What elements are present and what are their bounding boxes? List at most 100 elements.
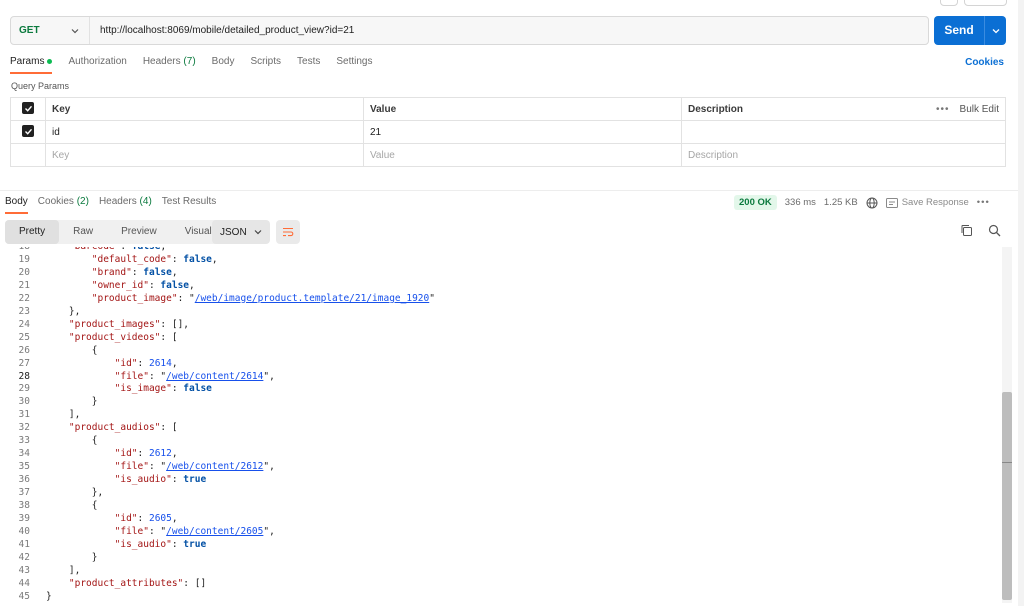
code-token: false xyxy=(183,253,212,265)
query-params-table: Key Value Description ••• Bulk Edit id 2… xyxy=(10,97,1006,167)
send-button[interactable]: Send xyxy=(934,16,1006,45)
new-description-field[interactable]: Description xyxy=(681,143,1006,167)
editor-scroll-thumb[interactable] xyxy=(1002,392,1012,600)
code-link[interactable]: /web/content/2605 xyxy=(166,526,263,537)
code-token: { xyxy=(46,344,98,356)
code-text: { xyxy=(46,499,98,512)
code-text: ], xyxy=(46,564,80,577)
line-number: 29 xyxy=(18,383,30,395)
row-checkbox[interactable] xyxy=(22,125,34,138)
line-number: 35 xyxy=(18,461,30,473)
status-badge[interactable]: 200 OK xyxy=(734,195,777,210)
more-icon[interactable]: ••• xyxy=(936,104,950,115)
code-token: "owner_id" xyxy=(91,279,149,291)
code-token: : xyxy=(120,247,131,252)
line-number: 25 xyxy=(18,331,30,343)
send-options-button[interactable] xyxy=(985,27,1006,35)
code-text: "product_audios": [ xyxy=(46,421,178,434)
line-number: 38 xyxy=(18,500,30,511)
view-mode-selector: Pretty Raw Preview Visualize xyxy=(5,220,239,244)
code-token: false xyxy=(183,383,212,395)
code-text: "default_code": false, xyxy=(46,253,218,266)
code-token: : [ xyxy=(160,422,178,434)
tab-headers[interactable]: Headers (7) xyxy=(143,56,196,74)
code-text: } xyxy=(46,395,98,408)
response-status-bar: 200 OK 336 ms 1.25 KB Save Response ••• xyxy=(734,195,990,210)
code-token: "product_attributes" xyxy=(68,577,184,589)
response-tab-headers[interactable]: Headers (4) xyxy=(99,196,152,214)
code-token: "id" xyxy=(114,357,138,369)
chevron-down-icon xyxy=(254,230,262,235)
pane-divider[interactable] xyxy=(0,170,1018,191)
code-token: : xyxy=(131,266,144,278)
line-number: 27 xyxy=(18,357,30,369)
new-key-field[interactable]: Key xyxy=(45,143,364,167)
code-text: "id": 2605, xyxy=(46,512,178,525)
code-token: : xyxy=(137,357,149,369)
new-value-field[interactable]: Value xyxy=(363,143,682,167)
response-body-editor[interactable]: 18 "barcode": false,19 "default_code": f… xyxy=(0,247,1000,603)
line-number: 43 xyxy=(18,564,30,576)
globe-icon[interactable] xyxy=(866,197,878,209)
line-number: 41 xyxy=(18,538,30,550)
param-description-field[interactable] xyxy=(681,120,1006,144)
window-scrollbar[interactable] xyxy=(1018,0,1024,606)
format-label: JSON xyxy=(220,226,247,238)
tab-settings[interactable]: Settings xyxy=(336,56,372,74)
format-select[interactable]: JSON xyxy=(212,220,270,244)
description-header: Description xyxy=(688,103,744,115)
method-select[interactable]: GET xyxy=(11,17,90,44)
bulk-edit-button[interactable]: Bulk Edit xyxy=(960,104,999,115)
code-text: "product_videos": [ xyxy=(46,331,178,344)
wrap-lines-button[interactable] xyxy=(276,220,300,244)
view-mode-preview[interactable]: Preview xyxy=(107,220,171,244)
code-token: "id" xyxy=(114,448,138,460)
code-text: "file": "/web/content/2605", xyxy=(46,525,275,538)
param-key-field[interactable]: id xyxy=(45,120,364,144)
code-token: false xyxy=(143,266,172,278)
send-label: Send xyxy=(934,16,985,45)
response-tab-body[interactable]: Body xyxy=(5,196,28,214)
query-params-title: Query Params xyxy=(11,81,70,91)
tab-body[interactable]: Body xyxy=(212,56,235,74)
code-token: , xyxy=(160,247,166,252)
search-icon[interactable] xyxy=(988,224,1001,237)
line-number: 24 xyxy=(18,318,30,330)
param-value-field[interactable]: 21 xyxy=(363,120,682,144)
save-response-button[interactable]: Save Response xyxy=(885,197,969,208)
code-text: ], xyxy=(46,408,80,421)
response-tab-test-results[interactable]: Test Results xyxy=(162,196,216,214)
view-mode-pretty[interactable]: Pretty xyxy=(5,220,60,244)
tab-tests[interactable]: Tests xyxy=(297,56,320,74)
top-save-button[interactable] xyxy=(964,0,1007,6)
tab-params[interactable]: Params xyxy=(10,56,53,74)
code-token: : xyxy=(171,383,184,395)
response-time[interactable]: 336 ms xyxy=(785,197,816,208)
tab-scripts[interactable]: Scripts xyxy=(250,56,281,74)
top-small-button[interactable] xyxy=(940,0,958,6)
code-token: "default_code" xyxy=(91,253,172,265)
code-token: : xyxy=(171,538,184,550)
code-link[interactable]: /web/image/product.template/21/image_192… xyxy=(195,293,430,304)
tab-authorization[interactable]: Authorization xyxy=(68,56,126,74)
response-size[interactable]: 1.25 KB xyxy=(824,197,858,208)
response-toolbar: Pretty Raw Preview Visualize JSON xyxy=(5,220,1015,244)
code-link[interactable]: /web/content/2614 xyxy=(166,371,263,382)
url-input[interactable]: http://localhost:8069/mobile/detailed_pr… xyxy=(90,25,354,36)
code-token: 2605 xyxy=(148,512,172,524)
code-token: }, xyxy=(46,305,81,317)
cookies-link[interactable]: Cookies xyxy=(965,57,1004,68)
line-number: 22 xyxy=(18,292,30,304)
code-link[interactable]: /web/content/2612 xyxy=(166,461,263,472)
copy-icon[interactable] xyxy=(960,224,973,237)
select-all-checkbox[interactable] xyxy=(22,102,34,115)
more-icon[interactable]: ••• xyxy=(977,197,990,208)
chevron-down-icon xyxy=(992,28,999,33)
view-mode-raw[interactable]: Raw xyxy=(59,220,107,244)
code-token: "file" xyxy=(114,370,149,382)
response-tab-cookies[interactable]: Cookies (2) xyxy=(38,196,89,214)
